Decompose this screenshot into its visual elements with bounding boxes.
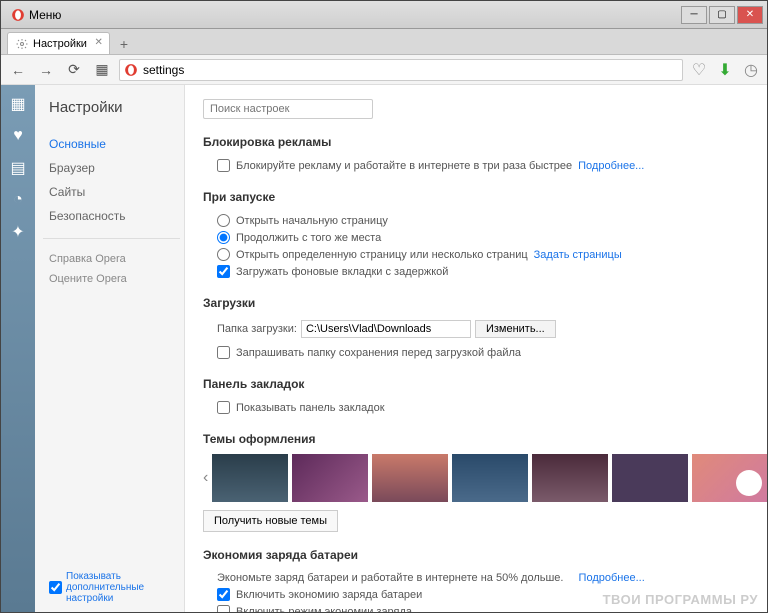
startup-label-home[interactable]: Открыть начальную страницу: [236, 215, 388, 227]
minimize-button[interactable]: ─: [681, 6, 707, 24]
address-input[interactable]: [143, 63, 678, 77]
settings-search-input[interactable]: [210, 103, 366, 115]
sidebar-help-link[interactable]: Справка Opera: [49, 249, 174, 269]
sidebar-history-icon[interactable]: ◔: [7, 189, 29, 211]
show-advanced-label: Показывать дополнительные настройки: [66, 571, 174, 604]
theme-thumbnail[interactable]: [212, 454, 288, 502]
startup-lazy-label[interactable]: Загружать фоновые вкладки с задержкой: [236, 266, 448, 278]
sidebar-rate-link[interactable]: Оцените Opera: [49, 269, 174, 289]
downloads-change-button[interactable]: Изменить...: [475, 320, 556, 338]
downloads-path-label: Папка загрузки:: [217, 323, 297, 335]
battery-mode-label[interactable]: Включить режим экономии заряда: [236, 606, 412, 613]
sidebar-speed-dial-icon[interactable]: ▦: [7, 93, 29, 115]
downloads-ask-checkbox[interactable]: [217, 346, 230, 359]
theme-thumbnail[interactable]: [612, 454, 688, 502]
sidebar-heart-icon[interactable]: ♥: [7, 125, 29, 147]
section-downloads-title: Загрузки: [203, 296, 749, 310]
sidebar-item-browser[interactable]: Браузер: [49, 156, 174, 180]
startup-lazy-checkbox[interactable]: [217, 265, 230, 278]
tab-close-icon[interactable]: ✕: [95, 37, 103, 48]
adblock-checkbox[interactable]: [217, 159, 230, 172]
sidebar-news-icon[interactable]: ▤: [7, 157, 29, 179]
downloads-ask-label[interactable]: Запрашивать папку сохранения перед загру…: [236, 347, 521, 359]
section-battery-title: Экономия заряда батареи: [203, 548, 749, 562]
section-bookmarks-title: Панель закладок: [203, 377, 749, 391]
sidebar-item-sites[interactable]: Сайты: [49, 180, 174, 204]
battery-more-link[interactable]: Подробнее...: [579, 572, 645, 584]
startup-radio-specific[interactable]: [217, 248, 230, 261]
settings-heading: Настройки: [49, 99, 174, 116]
gear-icon: [16, 38, 28, 50]
themes-prev-button[interactable]: ‹: [203, 454, 208, 502]
theme-thumbnail[interactable]: [292, 454, 368, 502]
startup-radio-home[interactable]: [217, 214, 230, 227]
theme-thumbnail[interactable]: [452, 454, 528, 502]
close-button[interactable]: ✕: [737, 6, 763, 24]
opera-icon: [11, 8, 25, 22]
tab-settings[interactable]: Настройки ✕: [7, 32, 110, 54]
show-advanced-checkbox[interactable]: [49, 581, 62, 594]
sidebar-extensions-icon[interactable]: ✦: [7, 221, 29, 243]
back-button[interactable]: ←: [7, 59, 29, 81]
startup-set-pages-link[interactable]: Задать страницы: [534, 249, 622, 261]
adblock-more-link[interactable]: Подробнее...: [578, 160, 644, 172]
sidebar-item-security[interactable]: Безопасность: [49, 204, 174, 228]
maximize-button[interactable]: ▢: [709, 6, 735, 24]
bookmarks-show-checkbox[interactable]: [217, 401, 230, 414]
startup-label-continue[interactable]: Продолжить с того же места: [236, 232, 381, 244]
startup-label-specific[interactable]: Открыть определенную страницу или нескол…: [236, 249, 528, 261]
downloads-path-input[interactable]: [301, 320, 471, 338]
sync-icon[interactable]: ◷: [741, 60, 761, 80]
adblock-label[interactable]: Блокируйте рекламу и работайте в интерне…: [236, 160, 572, 172]
settings-search[interactable]: [203, 99, 373, 119]
tab-label: Настройки: [33, 38, 87, 50]
download-icon[interactable]: ⬇: [715, 60, 735, 80]
bookmarks-show-label[interactable]: Показывать панель закладок: [236, 402, 385, 414]
new-tab-button[interactable]: +: [114, 34, 134, 54]
section-adblock-title: Блокировка рекламы: [203, 135, 749, 149]
theme-thumbnail[interactable]: [532, 454, 608, 502]
startup-radio-continue[interactable]: [217, 231, 230, 244]
theme-thumbnail[interactable]: [372, 454, 448, 502]
forward-button[interactable]: →: [35, 59, 57, 81]
section-themes-title: Темы оформления: [203, 432, 749, 446]
menu-button[interactable]: Меню: [5, 6, 67, 24]
reload-button[interactable]: ⟳: [63, 59, 85, 81]
battery-enable-label[interactable]: Включить экономию заряда батареи: [236, 589, 422, 601]
heart-icon[interactable]: ♡: [689, 60, 709, 80]
address-bar[interactable]: [119, 59, 683, 81]
watermark: ТВОИ ПРОГРАММЫ РУ: [603, 592, 758, 607]
speed-dial-button[interactable]: ▦: [91, 59, 113, 81]
get-themes-button[interactable]: Получить новые темы: [203, 510, 338, 532]
battery-enable-checkbox[interactable]: [217, 588, 230, 601]
menu-label: Меню: [29, 8, 61, 22]
sidebar-item-basic[interactable]: Основные: [49, 132, 174, 156]
opera-icon: [124, 63, 138, 77]
battery-mode-checkbox[interactable]: [217, 605, 230, 612]
theme-thumbnail[interactable]: [692, 454, 767, 502]
battery-desc: Экономьте заряд батареи и работайте в ин…: [217, 572, 563, 584]
section-startup-title: При запуске: [203, 190, 749, 204]
